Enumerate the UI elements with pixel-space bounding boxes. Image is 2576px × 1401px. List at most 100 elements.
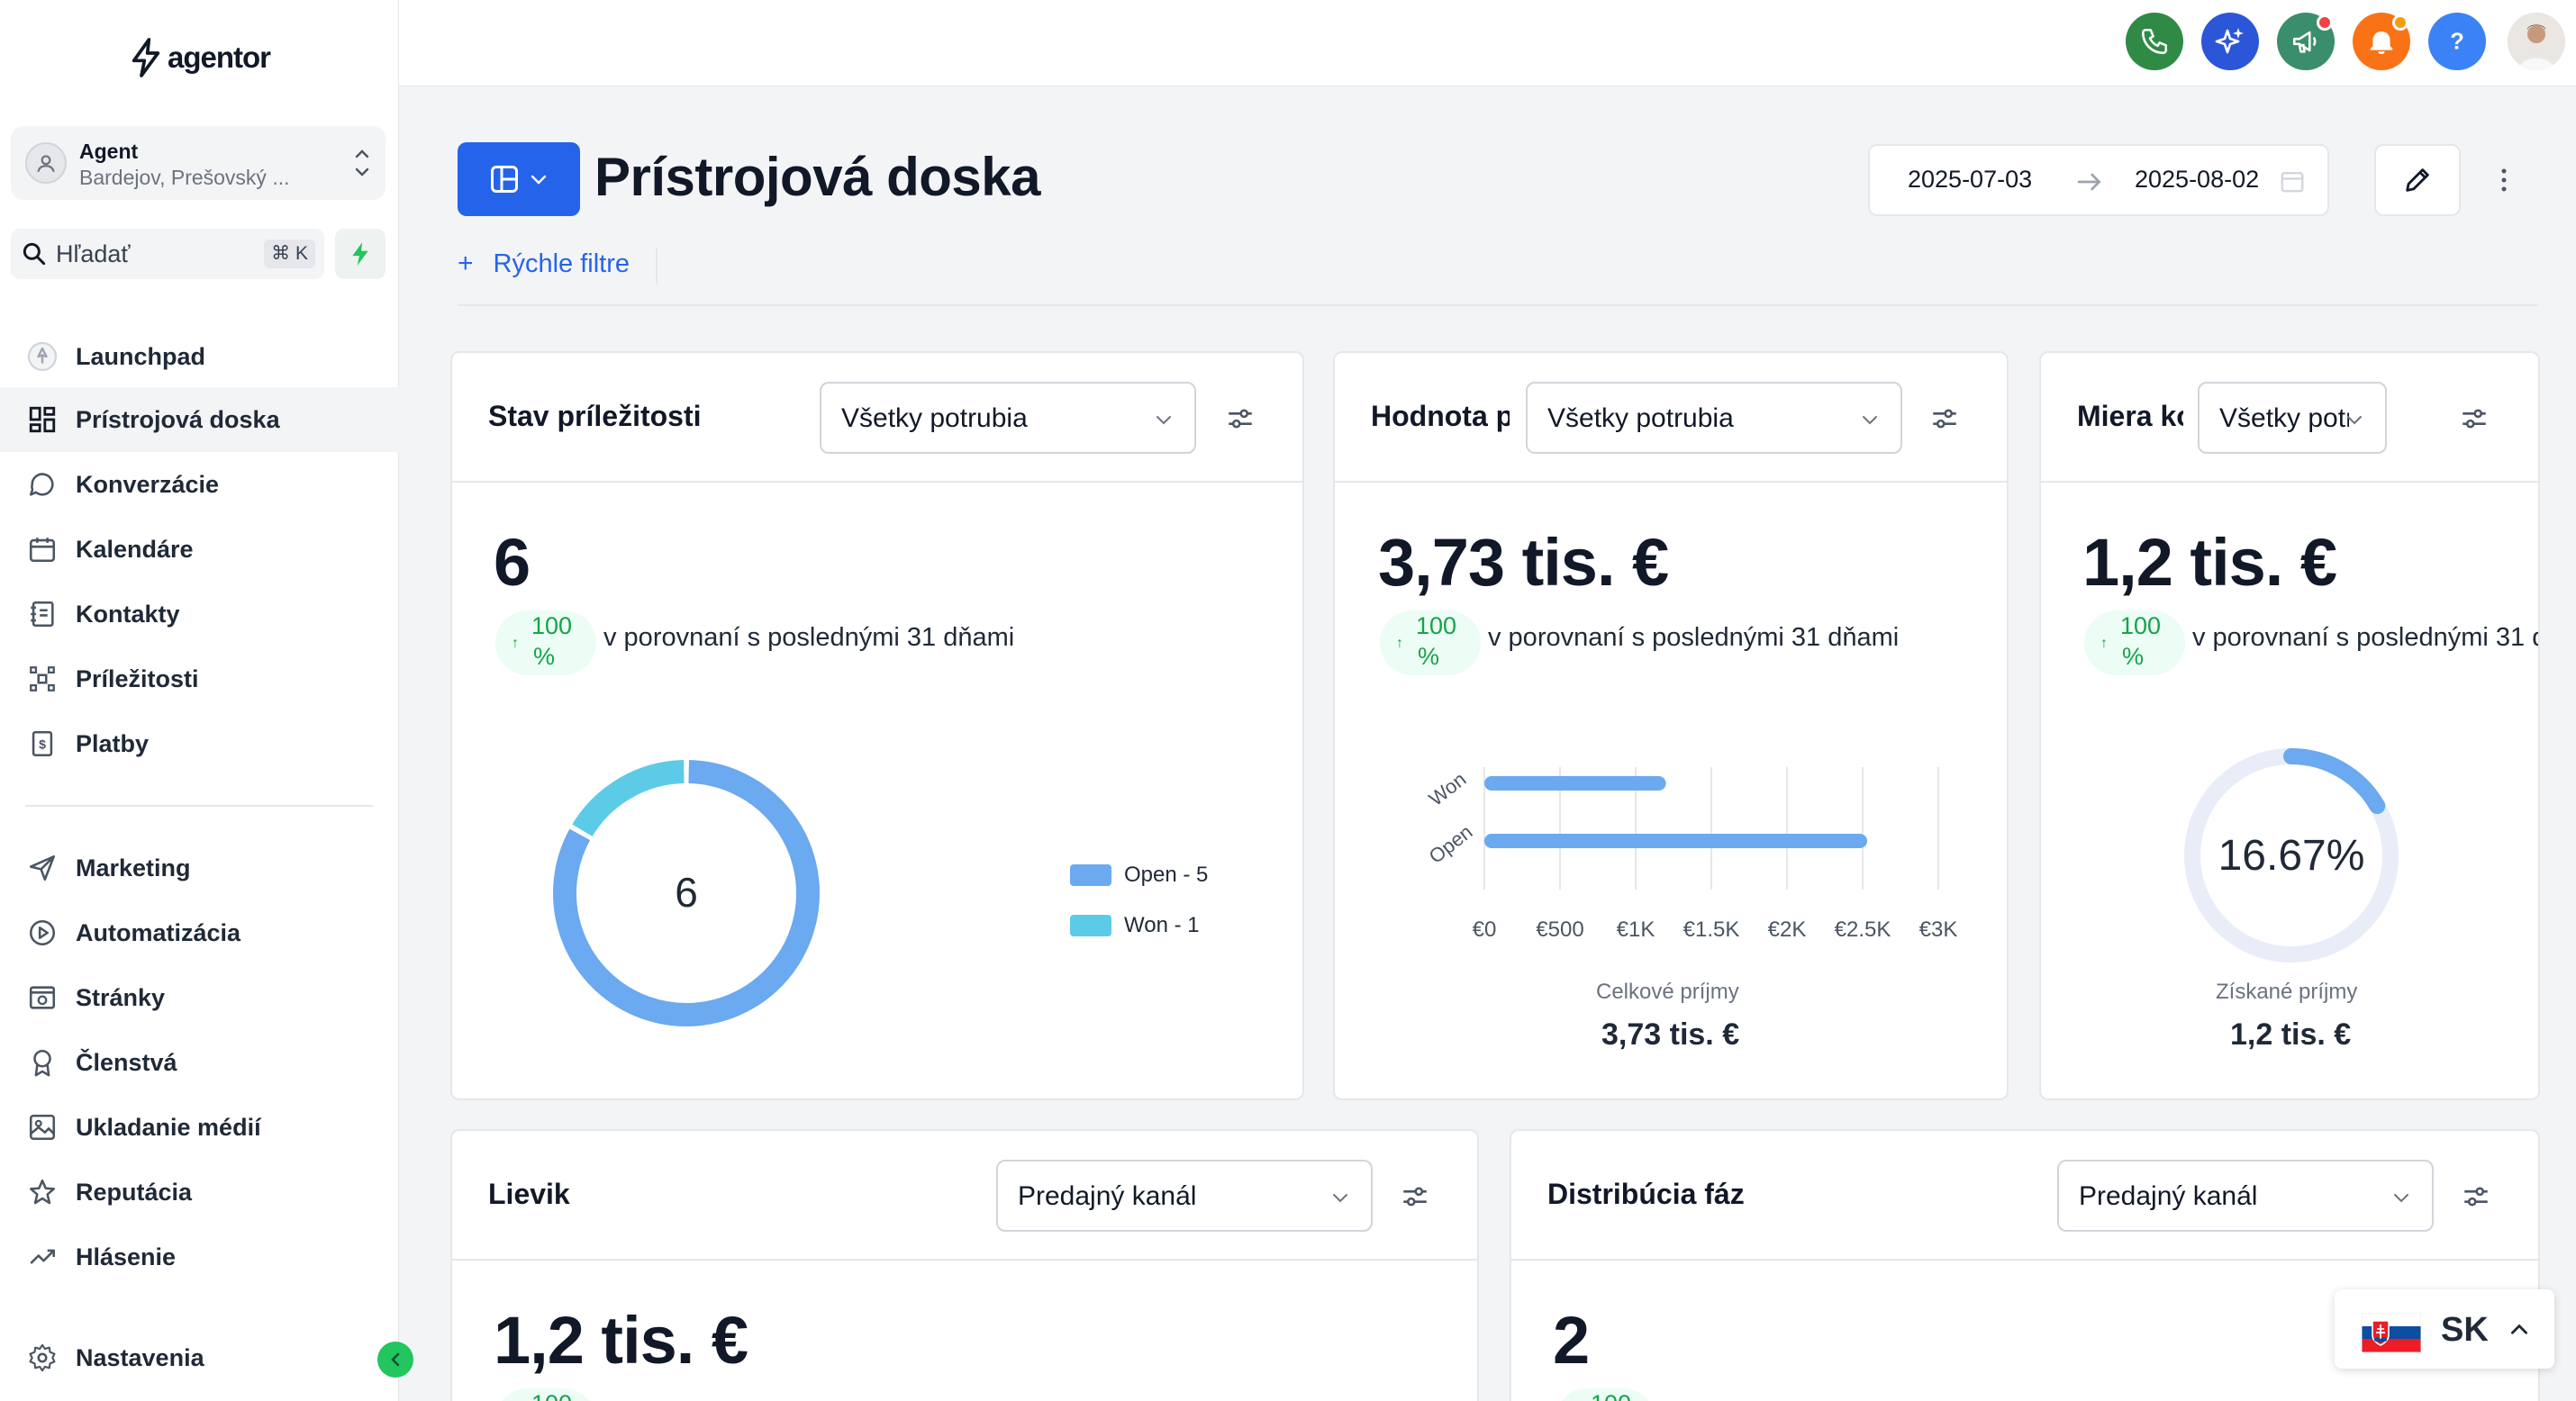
percent-value: 100 xyxy=(2120,612,2162,639)
star-icon xyxy=(25,1175,59,1209)
pipeline-select[interactable]: Všetky potrubia xyxy=(1526,382,1902,454)
ai-assistant-button[interactable] xyxy=(2201,13,2259,70)
date-start[interactable]: 2025-07-03 xyxy=(1908,166,2032,194)
pipeline-select[interactable]: Predajný kanál xyxy=(2057,1160,2434,1232)
total-revenue-value: 3,73 tis. € xyxy=(1601,1017,1740,1052)
percent-change-badge: ↑ 100 % xyxy=(1380,610,1481,675)
search-icon xyxy=(23,242,46,266)
chevron-down-icon xyxy=(1863,416,1877,425)
phone-button[interactable] xyxy=(2126,13,2183,70)
sidebar-item-label: Prístrojová doska xyxy=(76,405,280,433)
pipeline-select[interactable]: Všetky potr... xyxy=(2198,382,2387,454)
user-avatar[interactable] xyxy=(2508,13,2565,70)
widget-title: Miera konverzie xyxy=(2077,400,2183,432)
language-switcher[interactable]: SK xyxy=(2335,1289,2554,1369)
chevron-down-icon xyxy=(531,175,547,185)
media-image-icon xyxy=(25,1110,59,1144)
chevron-down-icon xyxy=(2347,416,2362,425)
sidebar-item-label: Marketing xyxy=(76,854,191,881)
sidebar-item-conversations[interactable]: Konverzácie xyxy=(0,452,399,517)
widget-title: Stav príležitosti xyxy=(488,400,702,432)
filter-settings-icon[interactable] xyxy=(2461,1181,2491,1212)
chevron-down-icon xyxy=(2394,1194,2408,1203)
percent-value: 100 xyxy=(531,1390,572,1401)
sidebar-item-opportunities[interactable]: Príležitosti xyxy=(0,646,399,711)
sidebar-item-memberships[interactable]: Členstvá xyxy=(0,1030,399,1095)
quick-filters-label: Rýchle filtre xyxy=(493,249,630,278)
plus-icon: + xyxy=(458,249,474,278)
sidebar-item-contacts[interactable]: Kontakty xyxy=(0,582,399,646)
sidebar-item-media-storage[interactable]: Ukladanie médií xyxy=(0,1095,399,1160)
layout-panels-icon xyxy=(491,166,518,193)
widget-title: Hodnota príležitostí xyxy=(1371,400,1510,432)
sidebar-item-sites[interactable]: Stránky xyxy=(0,965,399,1030)
help-button[interactable]: ? xyxy=(2428,13,2486,70)
notifications-button[interactable] xyxy=(2353,13,2410,70)
donut-slice-won xyxy=(572,760,685,837)
date-range-picker[interactable]: 2025-07-03 2025-08-02 xyxy=(1868,144,2329,216)
widget-header: Hodnota príležitostí Všetky potrubia xyxy=(1335,353,2007,483)
agent-name: Agent xyxy=(79,140,139,163)
date-end[interactable]: 2025-08-02 xyxy=(2135,166,2259,194)
language-code: SK xyxy=(2441,1311,2489,1349)
sidebar-item-reputation[interactable]: Reputácia xyxy=(0,1160,399,1225)
quick-action-button[interactable] xyxy=(335,229,385,279)
agent-location: Bardejov, Prešovský ... xyxy=(79,166,290,189)
sparkles-icon xyxy=(2215,28,2244,54)
edit-dashboard-button[interactable] xyxy=(2374,144,2461,216)
sidebar-item-calendars[interactable]: Kalendáre xyxy=(0,517,399,582)
sidebar: agentor Agent Bardejov, Prešovský ... Hľ… xyxy=(0,0,399,1401)
filter-settings-icon[interactable] xyxy=(1400,1181,1430,1212)
sidebar-item-label: Automatizácia xyxy=(76,918,241,946)
filter-settings-icon[interactable] xyxy=(2459,403,2490,434)
widget-header: Stav príležitosti Všetky potrubia xyxy=(452,353,1302,483)
app-logo[interactable]: agentor xyxy=(128,38,271,77)
search-button[interactable]: Hľadať ⌘ K xyxy=(11,229,324,279)
pipeline-select[interactable]: Predajný kanál xyxy=(996,1160,1373,1232)
sidebar-item-label: Kontakty xyxy=(76,600,180,628)
widget-header: Lievik Predajný kanál xyxy=(452,1131,1477,1261)
sidebar-item-label: Nastavenia xyxy=(76,1343,204,1371)
sidebar-item-settings[interactable]: Nastavenia xyxy=(0,1325,399,1390)
widget-title: Lievik xyxy=(488,1178,570,1210)
filter-settings-icon[interactable] xyxy=(1929,403,1960,434)
gauge-progress-arc xyxy=(2283,748,2386,815)
help-icon: ? xyxy=(2450,30,2464,55)
sidebar-item-automation[interactable]: Automatizácia xyxy=(0,900,399,965)
layout-switcher-button[interactable] xyxy=(458,142,580,216)
sidebar-item-launchpad[interactable]: Launchpad xyxy=(0,324,399,389)
sidebar-item-marketing[interactable]: Marketing xyxy=(0,836,399,900)
agent-switcher[interactable]: Agent Bardejov, Prešovský ... xyxy=(11,126,385,200)
pipeline-select-value: Predajný kanál xyxy=(2079,1181,2258,1211)
divider xyxy=(458,304,2538,306)
send-icon xyxy=(25,851,59,885)
percent-change-badge: 100 xyxy=(1555,1388,1655,1401)
value-bar-chart: €0 €500 €1K €1.5K €2K €2.5K €3K Won Open xyxy=(1425,767,1957,942)
sidebar-item-label: Stránky xyxy=(76,983,166,1011)
percent-sign: % xyxy=(1418,643,1440,670)
legend-swatch xyxy=(1070,915,1111,936)
y-category-label: Open xyxy=(1425,820,1477,868)
widget-funnel: Lievik Predajný kanál 1,2 tis. € 100 xyxy=(450,1129,1479,1401)
chevron-down-icon xyxy=(1333,1194,1347,1203)
sidebar-item-payments[interactable]: $ Platby xyxy=(0,711,399,776)
sidebar-item-label: Členstvá xyxy=(76,1048,177,1076)
calendar-icon xyxy=(25,532,59,566)
percent-value: 100 xyxy=(531,612,573,639)
quick-filters-button[interactable]: + Rýchle filtre xyxy=(458,249,630,279)
more-options-button[interactable] xyxy=(2486,158,2522,202)
sidebar-item-dashboard[interactable]: Prístrojová doska xyxy=(0,387,399,452)
collapse-sidebar-button[interactable] xyxy=(377,1342,413,1378)
x-tick-label: €1.5K xyxy=(1683,917,1740,942)
announcements-button[interactable] xyxy=(2277,13,2335,70)
automation-icon xyxy=(25,916,59,950)
svg-text:?: ? xyxy=(2450,30,2464,55)
pipeline-select[interactable]: Všetky potrubia xyxy=(820,382,1196,454)
search-shortcut: ⌘ K xyxy=(264,240,315,268)
contacts-book-icon xyxy=(25,597,59,631)
percent-change-badge: ↑ 100 % xyxy=(495,610,596,675)
sidebar-item-reporting[interactable]: Hlásenie xyxy=(0,1225,399,1289)
filter-settings-icon[interactable] xyxy=(1225,403,1256,434)
arrow-up-icon: ↑ xyxy=(1396,636,1403,651)
metric-value: 3,73 tis. € xyxy=(1378,525,1669,600)
